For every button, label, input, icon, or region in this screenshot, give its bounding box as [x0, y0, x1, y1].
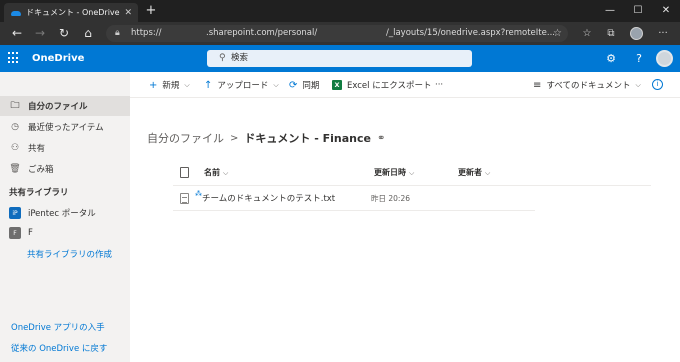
new-tab-button[interactable]: +	[144, 3, 158, 19]
search-icon: ⚲	[219, 53, 226, 63]
close-window-button[interactable]: ✕	[652, 0, 680, 22]
new-button[interactable]: + 新規 ⌵	[149, 72, 190, 98]
table-row[interactable]: ⁂ チームのドキュメントのテスト.txt 昨日 20:26	[173, 187, 535, 211]
plus-icon: +	[149, 79, 158, 91]
view-label: すべてのドキュメント	[546, 81, 631, 91]
library-item-ipentec[interactable]: iP iPentec ポータル	[9, 207, 96, 219]
clock-icon: ◷	[11, 122, 19, 132]
shared-libraries-heading: 共有ライブラリ	[9, 188, 69, 198]
sidebar-item-label: 最近使ったアイテム	[28, 123, 104, 133]
settings-gear-icon[interactable]: ⚙	[604, 52, 618, 66]
column-modified-by-label: 更新者	[458, 168, 482, 177]
library-label: iPentec ポータル	[28, 209, 96, 219]
maximize-button[interactable]: ☐	[624, 0, 652, 22]
sidebar-item-recycle-bin[interactable]: 🗑︎ ごみ箱	[0, 159, 130, 179]
forward-arrow-icon[interactable]: →	[31, 25, 49, 42]
breadcrumb-root[interactable]: 自分のファイル	[147, 130, 224, 146]
file-modified-date: 昨日 20:26	[371, 194, 410, 203]
info-icon[interactable]: i	[652, 79, 663, 90]
excel-icon: X	[332, 80, 342, 90]
onedrive-cloud-icon	[10, 9, 21, 17]
chevron-down-icon: ⌵	[485, 169, 491, 177]
upload-arrow-icon: ↑	[204, 79, 213, 91]
breadcrumb-current: ドキュメント - Finance	[244, 132, 371, 145]
tab-title: ドキュメント - OneDrive	[26, 8, 120, 17]
url-path: /_layouts/15/onedrive.aspx?remoteIte...	[386, 28, 555, 38]
browser-toolbar: ← → ↻ ⌂ 🔒︎ https:// .sharepoint.com/pers…	[0, 22, 680, 45]
file-name[interactable]: チームのドキュメントのテスト.txt	[202, 187, 335, 211]
export-to-excel-button[interactable]: X Excel にエクスポート	[332, 72, 431, 98]
new-item-icon: ⁂	[195, 190, 202, 198]
list-view-icon: ≡	[533, 79, 542, 91]
sidebar-item-my-files[interactable]: 🗀︎ 自分のファイル	[0, 96, 130, 116]
profile-avatar[interactable]	[630, 27, 643, 40]
lock-icon: 🔒︎	[115, 28, 120, 38]
upload-label: アップロード	[217, 81, 269, 91]
favorites-icon[interactable]: ☆	[579, 25, 595, 42]
library-item-f[interactable]: F F	[9, 227, 33, 239]
site-tile-icon: iP	[9, 207, 21, 219]
chevron-down-icon: ⌵	[184, 80, 190, 89]
chevron-down-icon: ⌵	[223, 169, 229, 177]
sync-button[interactable]: ⟳ 同期	[289, 72, 319, 98]
breadcrumb-separator: >	[230, 132, 239, 144]
browser-tab[interactable]: ドキュメント - OneDrive ✕	[4, 3, 138, 22]
help-question-icon[interactable]: ?	[632, 52, 646, 66]
left-navigation: 🗀︎ 自分のファイル ◷ 最近使ったアイテム ⚇ 共有 🗑︎ ごみ箱 共有ライブ…	[0, 72, 130, 362]
trash-icon: 🗑︎	[9, 164, 21, 174]
column-header-name[interactable]: 名前 ⌵	[204, 160, 228, 186]
favorite-star-icon[interactable]: ☆	[553, 25, 562, 42]
return-to-classic-link[interactable]: 従来の OneDrive に戻す	[11, 342, 107, 354]
column-modified-label: 更新日時	[374, 168, 406, 177]
sidebar-item-label: 共有	[28, 144, 46, 154]
app-title[interactable]: OneDrive	[32, 45, 84, 72]
browser-tab-strip: ドキュメント - OneDrive ✕ + — ☐ ✕	[0, 0, 680, 22]
url-scheme: https://	[131, 28, 162, 38]
chevron-down-icon: ⌵	[409, 169, 415, 177]
share-link-icon[interactable]: ⚭	[377, 133, 385, 144]
sidebar-item-recent[interactable]: ◷ 最近使ったアイテム	[0, 117, 130, 137]
tab-close-icon[interactable]: ✕	[124, 8, 132, 18]
sync-label: 同期	[302, 81, 320, 91]
sidebar-item-label: ごみ箱	[28, 165, 54, 175]
create-shared-library-link[interactable]: 共有ライブラリの作成	[27, 248, 112, 260]
site-tile-icon: F	[9, 227, 21, 239]
sidebar-item-label: 自分のファイル	[28, 102, 88, 112]
column-header-modified[interactable]: 更新日時 ⌵	[374, 160, 414, 186]
column-name-label: 名前	[204, 168, 220, 177]
export-label: Excel にエクスポート	[347, 81, 432, 91]
refresh-icon[interactable]: ↻	[55, 25, 73, 42]
view-switcher-button[interactable]: ≡ すべてのドキュメント ⌵	[533, 72, 641, 98]
app-header: OneDrive ⚲ 検索 ⚙ ?	[0, 45, 680, 72]
app-launcher-icon[interactable]	[8, 52, 20, 64]
new-label: 新規	[162, 81, 180, 91]
get-onedrive-apps-link[interactable]: OneDrive アプリの入手	[11, 321, 105, 333]
list-header: 名前 ⌵ 更新日時 ⌵ 更新者 ⌵	[173, 160, 651, 186]
folder-icon: 🗀︎	[10, 101, 20, 111]
account-avatar[interactable]	[656, 50, 673, 67]
more-commands-button[interactable]: ···	[435, 72, 443, 98]
search-box[interactable]: ⚲ 検索	[207, 50, 472, 67]
home-icon[interactable]: ⌂	[79, 25, 97, 42]
sidebar-item-shared[interactable]: ⚇ 共有	[0, 138, 130, 158]
text-file-icon	[180, 193, 189, 204]
minimize-button[interactable]: —	[596, 0, 624, 22]
sync-icon: ⟳	[289, 79, 298, 91]
upload-button[interactable]: ↑ アップロード ⌵	[204, 72, 279, 98]
chevron-down-icon: ⌵	[273, 80, 279, 89]
chevron-down-icon: ⌵	[635, 80, 641, 89]
collections-icon[interactable]: ⧉	[603, 25, 619, 42]
url-host: .sharepoint.com/personal/	[206, 28, 318, 38]
people-icon: ⚇	[10, 143, 20, 153]
search-placeholder: 検索	[231, 53, 249, 63]
address-bar[interactable]: 🔒︎ https:// .sharepoint.com/personal/ /_…	[106, 25, 568, 42]
breadcrumb: 自分のファイル > ドキュメント - Finance ⚭	[147, 130, 385, 146]
browser-menu-icon[interactable]: ···	[655, 25, 671, 42]
command-bar: + 新規 ⌵ ↑ アップロード ⌵ ⟳ 同期 X Excel にエクスポート ·…	[130, 72, 680, 98]
back-arrow-icon[interactable]: ←	[8, 25, 26, 42]
library-label: F	[28, 228, 33, 238]
column-header-modified-by[interactable]: 更新者 ⌵	[458, 160, 490, 186]
